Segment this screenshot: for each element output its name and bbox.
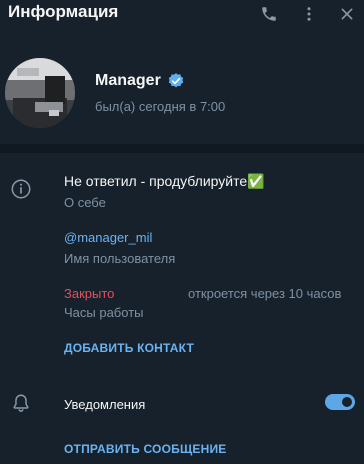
last-seen-status: был(а) сегодня в 7:00 [95, 99, 226, 114]
add-contact-button[interactable]: ДОБАВИТЬ КОНТАКТ [64, 341, 194, 355]
name-row: Manager [95, 72, 185, 90]
avatar[interactable] [5, 58, 75, 128]
verified-check-icon [168, 73, 183, 88]
username-link[interactable]: @manager_mil [64, 230, 152, 245]
username-label: Имя пользователя [64, 251, 176, 266]
phone-icon[interactable] [258, 3, 280, 25]
bell-icon [10, 392, 32, 414]
profile-section: Manager был(а) сегодня в 7:00 [0, 46, 364, 144]
hours-status: Закрыто [64, 286, 115, 301]
section-divider [0, 144, 364, 153]
info-icon [10, 178, 32, 200]
more-vertical-icon[interactable] [298, 3, 320, 25]
header-bar: Информация [0, 0, 364, 28]
page-title: Информация [8, 2, 119, 21]
notifications-label: Уведомления [64, 397, 146, 412]
toggle-knob [340, 395, 354, 409]
about-text: Не ответил - продублируйте✅ [64, 173, 265, 189]
notifications-toggle[interactable] [325, 394, 355, 410]
close-icon[interactable] [336, 3, 358, 25]
contact-name: Manager [95, 72, 161, 89]
send-message-button[interactable]: ОТПРАВИТЬ СООБЩЕНИЕ [64, 442, 226, 456]
hours-opens-in: откроется через 10 часов [188, 286, 342, 301]
about-label: О себе [64, 195, 106, 210]
hours-label: Часы работы [64, 305, 144, 320]
